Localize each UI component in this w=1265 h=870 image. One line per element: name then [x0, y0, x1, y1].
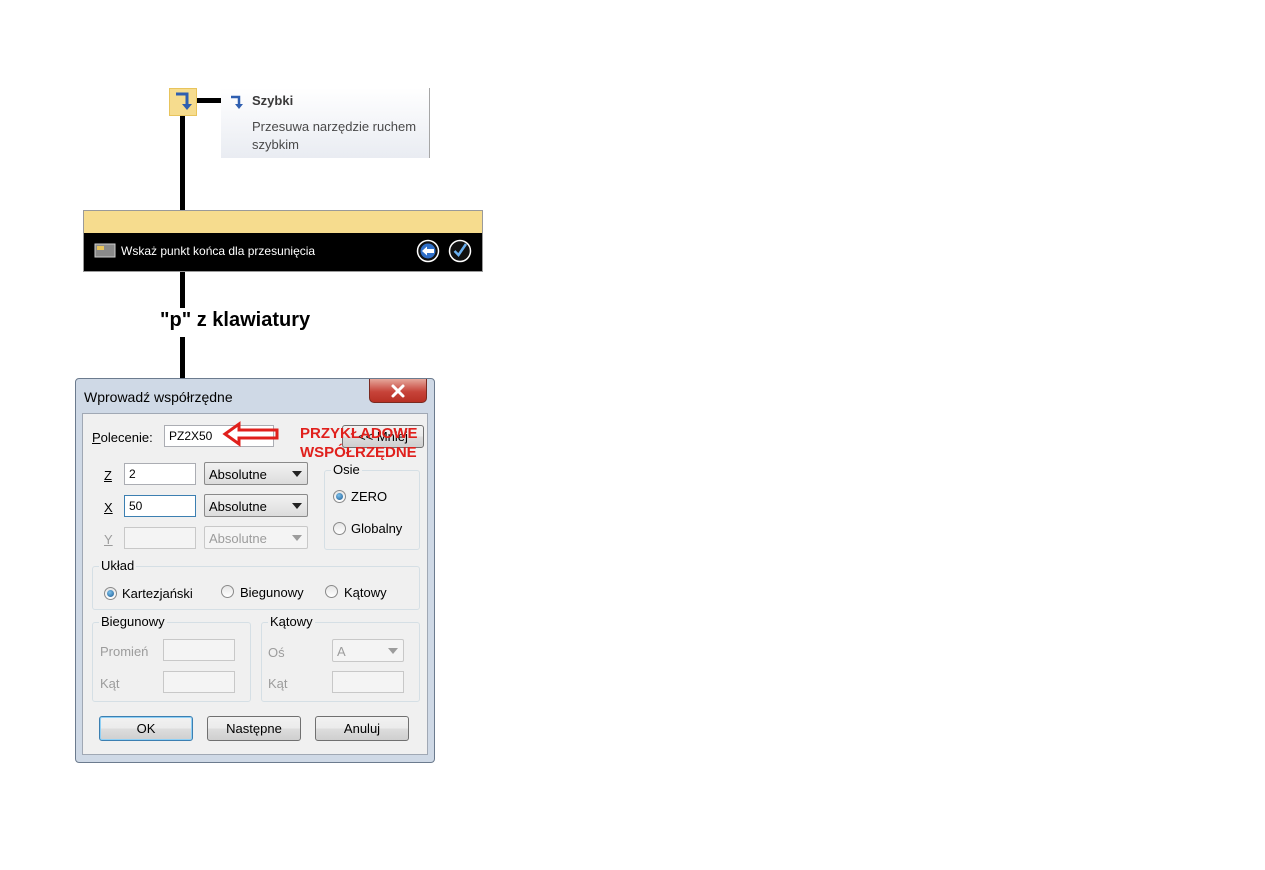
y-value-input[interactable] — [124, 527, 196, 549]
prompt-bar-header — [84, 211, 482, 233]
close-button[interactable] — [369, 379, 427, 403]
angular-angle-label: Kąt — [268, 676, 288, 691]
z-value-input[interactable]: 2 — [124, 463, 196, 485]
angular-group-title: Kątowy — [268, 614, 315, 629]
polar-group: Biegunowy Promień Kąt — [92, 614, 251, 702]
radio-zero-label[interactable]: ZERO — [351, 489, 387, 504]
rapid-move-tool-button[interactable] — [169, 88, 197, 116]
prompt-icon — [94, 243, 116, 258]
radius-label: Promień — [100, 644, 149, 659]
polar-group-title: Biegunowy — [99, 614, 167, 629]
ok-button[interactable]: OK — [99, 716, 193, 741]
back-arrow-icon[interactable] — [416, 239, 440, 263]
radio-angular[interactable] — [325, 585, 338, 598]
checkmark-icon[interactable] — [448, 239, 472, 263]
prompt-bar: Wskaż punkt końca dla przesunięcia — [83, 210, 483, 272]
prompt-text: Wskaż punkt końca dla przesunięcia — [121, 244, 316, 258]
radio-polar[interactable] — [221, 585, 234, 598]
polar-angle-input[interactable] — [163, 671, 235, 693]
cancel-button[interactable]: Anuluj — [315, 716, 409, 741]
x-mode-select[interactable]: Absolutne — [204, 494, 308, 517]
axes-group-title: Osie — [331, 462, 362, 477]
radio-global-label[interactable]: Globalny — [351, 521, 402, 536]
dialog-client-area: Polecenie: PZ2X50 << Mniej Z 2 Absolutne… — [82, 413, 428, 755]
connector-line — [180, 337, 185, 378]
y-mode-select[interactable]: Absolutne — [204, 526, 308, 549]
axis-label: Oś — [268, 645, 285, 660]
connector-line — [197, 98, 221, 103]
x-value-input[interactable]: 50 — [124, 495, 196, 517]
y-axis-label: Y — [104, 532, 113, 547]
rapid-move-arrow-icon — [176, 92, 192, 110]
connector-line — [180, 272, 185, 308]
annotation-arrow-icon — [222, 421, 279, 447]
radius-input[interactable] — [163, 639, 235, 661]
next-button[interactable]: Następne — [207, 716, 301, 741]
angular-group: Kątowy Oś A Kąt — [261, 614, 420, 702]
tooltip-title: Szybki — [252, 93, 294, 108]
radio-cartesian-label[interactable]: Kartezjański — [122, 586, 193, 601]
angular-angle-input[interactable] — [332, 671, 404, 693]
tooltip: Szybki Przesuwa narzędzie ruchem szybkim — [221, 88, 430, 158]
system-group: Układ Kartezjański Biegunowy Kątowy — [92, 558, 420, 610]
connector-line — [180, 116, 185, 210]
dialog-title: Wprowadź współrzędne — [84, 389, 233, 405]
axes-group: Osie ZERO Globalny — [324, 462, 420, 550]
axis-select[interactable]: A — [332, 639, 404, 662]
polar-angle-label: Kąt — [100, 676, 120, 691]
x-axis-label: X — [104, 500, 113, 515]
rapid-move-arrow-icon — [231, 95, 243, 109]
radio-global[interactable] — [333, 522, 346, 535]
radio-cartesian[interactable] — [104, 587, 117, 600]
radio-angular-label[interactable]: Kątowy — [344, 585, 387, 600]
tooltip-description: Przesuwa narzędzie ruchem szybkim — [252, 119, 417, 152]
z-mode-select[interactable]: Absolutne — [204, 462, 308, 485]
radio-polar-label[interactable]: Biegunowy — [240, 585, 304, 600]
z-axis-label: Z — [104, 468, 112, 483]
annotation-text: PRZYKŁADOWE WSPÓŁRZĘDNE — [300, 425, 418, 461]
keyboard-hint-label: "p" z klawiatury — [160, 309, 311, 331]
close-x-icon — [391, 384, 405, 398]
command-label: Polecenie: — [92, 430, 153, 445]
radio-zero[interactable] — [333, 490, 346, 503]
system-group-title: Układ — [99, 558, 137, 573]
